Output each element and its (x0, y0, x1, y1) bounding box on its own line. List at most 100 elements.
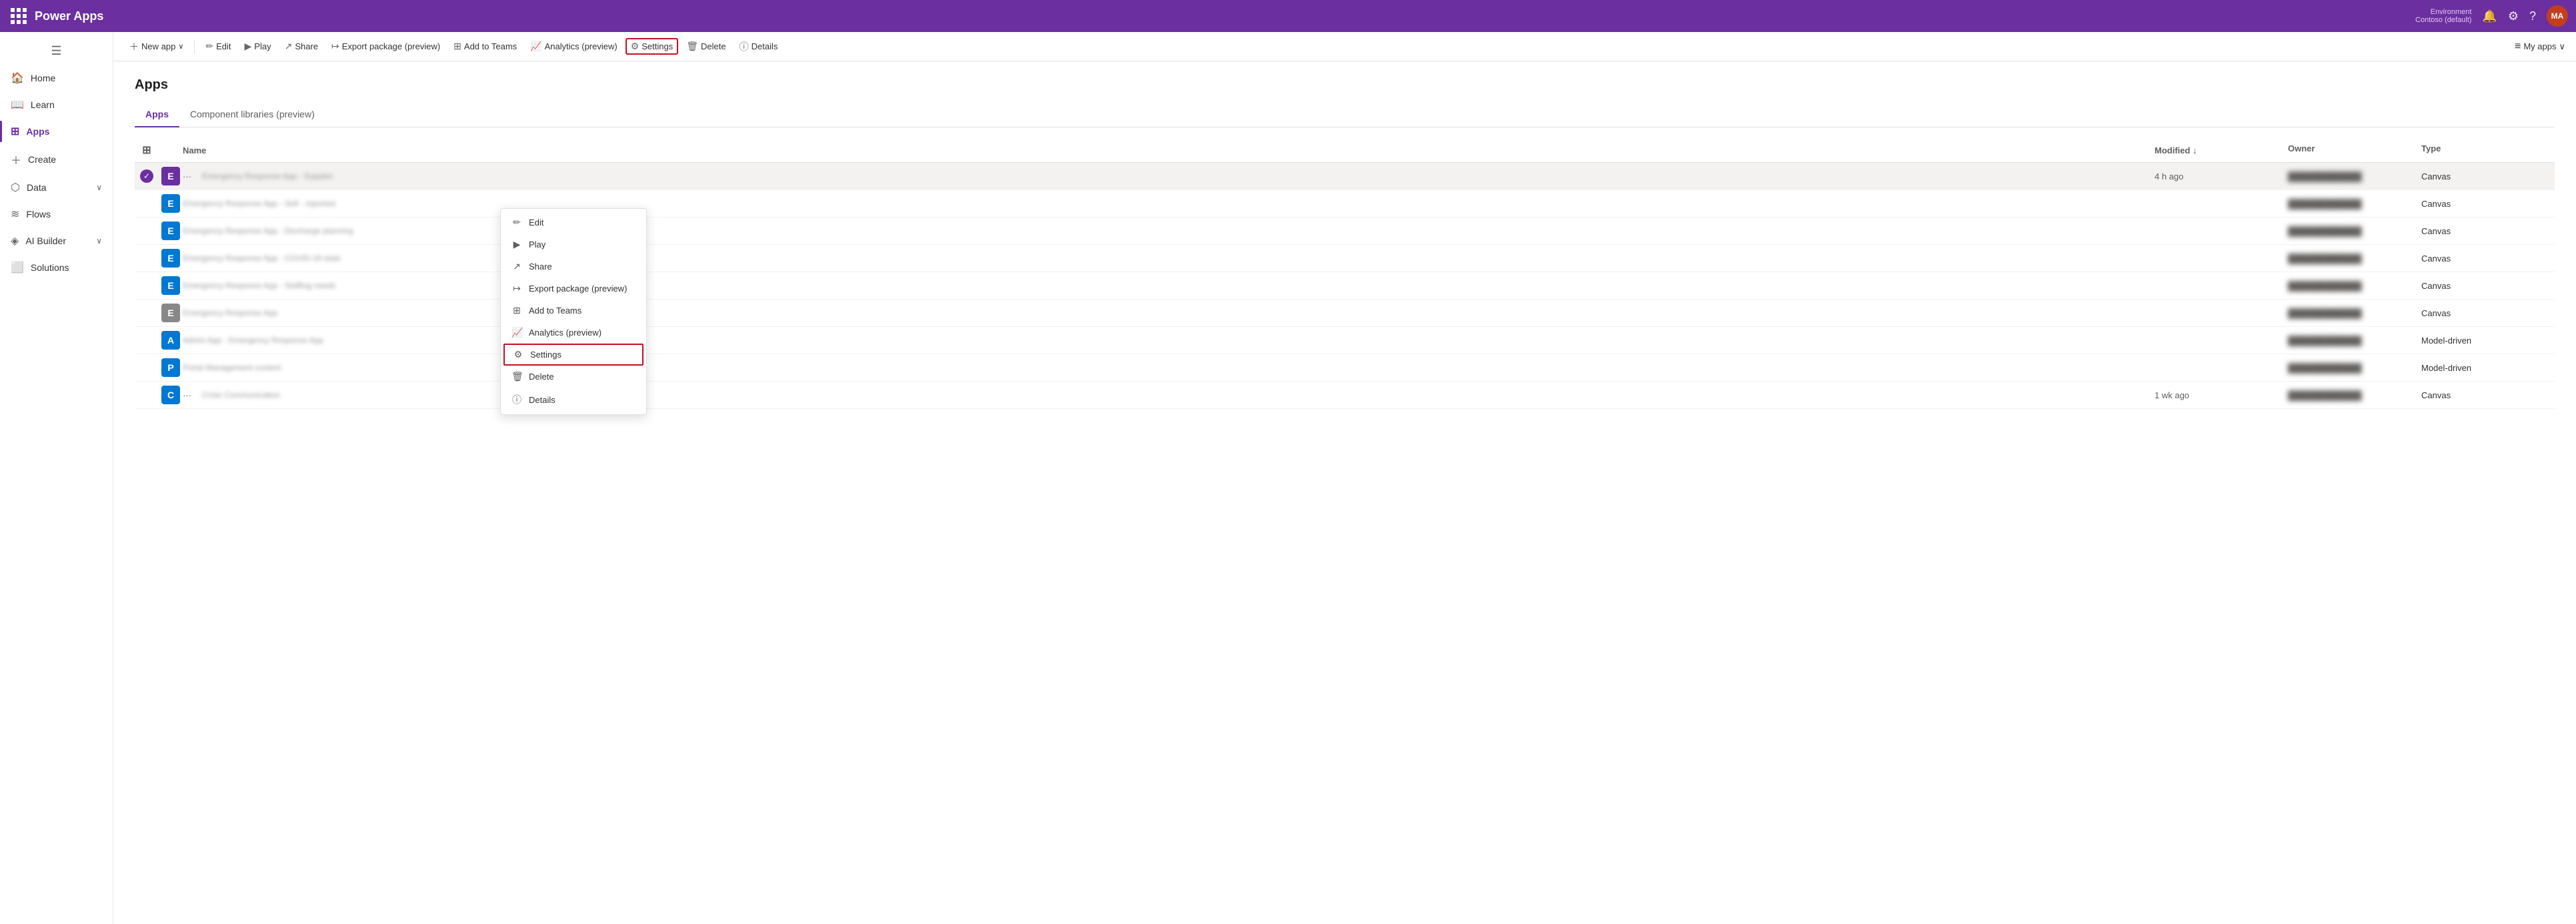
row-type-4: Canvas (2421, 254, 2555, 264)
sidebar-label-ai-builder: AI Builder (25, 236, 66, 246)
export-package-button[interactable]: ↦ Export package (preview) (326, 38, 445, 55)
analytics-button[interactable]: 📈 Analytics (preview) (525, 38, 623, 55)
row-type-6: Canvas (2421, 308, 2555, 318)
help-icon[interactable]: ? (2529, 9, 2536, 23)
ai-builder-chevron-icon: ∨ (96, 236, 102, 246)
app-icon-6: E (161, 304, 180, 322)
table-row[interactable]: P Portal Management content ████████████… (135, 354, 2555, 382)
row-icon-2: E (159, 194, 183, 213)
sidebar-item-flows[interactable]: ≋ Flows (0, 201, 113, 227)
header-icon-col (159, 143, 183, 157)
app-name-7: Admin App - Emergency Response App (183, 336, 323, 345)
row-name-9: ··· Crisis Communication (183, 390, 2155, 400)
table-row[interactable]: E Emergency Response App - Self - report… (135, 190, 2555, 217)
analytics-icon: 📈 (530, 41, 541, 52)
more-dots-1[interactable]: ··· (183, 171, 191, 181)
flows-icon: ≋ (11, 207, 19, 221)
app-name-5: Emergency Response App - Staffing needs (183, 281, 335, 290)
table-row[interactable]: C ··· Crisis Communication 1 wk ago ████… (135, 382, 2555, 409)
share-button[interactable]: ↗ Share (279, 38, 323, 55)
row-icon-3: E (159, 221, 183, 240)
row-owner-6: ████████████ (2288, 308, 2421, 318)
details-menu-icon: ⓘ (511, 393, 522, 406)
ai-builder-icon: ◈ (11, 234, 19, 248)
sidebar-item-create[interactable]: ＋ Create (0, 145, 113, 174)
table-row[interactable]: E Emergency Response App - COVID-19 stat… (135, 245, 2555, 272)
more-dots-9[interactable]: ··· (183, 390, 191, 400)
app-name-8: Portal Management content (183, 363, 281, 372)
context-menu-delete[interactable]: 🗑 Delete (501, 366, 646, 388)
tab-apps[interactable]: Apps (135, 103, 179, 127)
sidebar-item-learn[interactable]: 📖 Learn (0, 91, 113, 118)
play-menu-label: Play (529, 240, 545, 250)
delete-button[interactable]: 🗑 Delete (681, 38, 731, 55)
context-menu-add-to-teams[interactable]: ⊞ Add to Teams (501, 300, 646, 322)
header-modified[interactable]: Modified ↓ (2155, 143, 2288, 157)
table-row[interactable]: E Emergency Response App - Staffing need… (135, 272, 2555, 300)
table-row[interactable]: E Emergency Response App ████████████ Ca… (135, 300, 2555, 327)
environment-selector[interactable]: Environment Contoso (default) (2415, 8, 2471, 24)
export-icon: ↦ (331, 41, 339, 52)
gear-icon: ⚙ (631, 41, 639, 52)
details-button[interactable]: ⓘ Details (734, 37, 784, 56)
context-menu-play[interactable]: ▶ Play (501, 234, 646, 256)
play-menu-icon: ▶ (511, 239, 522, 250)
separator-1 (194, 40, 195, 53)
sidebar-item-solutions[interactable]: ⬜ Solutions (0, 254, 113, 281)
waffle-menu[interactable] (8, 5, 29, 27)
context-menu: ✏ Edit ▶ Play ↗ Share ↦ Export package (… (500, 208, 647, 415)
table-row[interactable]: E Emergency Response App - Discharge pla… (135, 217, 2555, 245)
table-row[interactable]: A Admin App - Emergency Response App ███… (135, 327, 2555, 354)
row-owner-9: ████████████ (2288, 390, 2421, 400)
share-menu-icon: ↗ (511, 261, 522, 272)
row-modified-9: 1 wk ago (2155, 390, 2288, 400)
settings-button[interactable]: ⚙ Settings (625, 38, 679, 55)
sidebar-toggle[interactable]: ☰ (0, 37, 113, 65)
play-button[interactable]: ▶ Play (239, 38, 277, 55)
avatar[interactable]: MA (2547, 5, 2568, 27)
context-menu-details[interactable]: ⓘ Details (501, 388, 646, 412)
row-icon-8: P (159, 358, 183, 377)
context-menu-analytics[interactable]: 📈 Analytics (preview) (501, 322, 646, 344)
app-icon-4: E (161, 249, 180, 268)
table-row[interactable]: ✓ E ··· Emergency Response App - Supplie… (135, 163, 2555, 190)
row-owner-1: ████████████ (2288, 171, 2421, 181)
share-menu-label: Share (529, 262, 552, 272)
app-name-9: Crisis Communication (202, 390, 280, 400)
settings-icon[interactable]: ⚙ (2508, 9, 2519, 23)
row-owner-8: ████████████ (2288, 363, 2421, 373)
my-apps-chevron-icon: ∨ (2559, 41, 2565, 52)
toolbar: ＋ New app ∨ ✏ Edit ▶ Play ↗ Share ↦ Expo… (113, 32, 2576, 61)
my-apps-button[interactable]: ≡ My apps ∨ (2515, 41, 2565, 53)
export-menu-label: Export package (preview) (529, 284, 627, 294)
row-modified-1: 4 h ago (2155, 171, 2288, 181)
edit-menu-icon: ✏ (511, 217, 522, 228)
header-name[interactable]: Name (183, 143, 2155, 157)
add-to-teams-button[interactable]: ⊞ Add to Teams (448, 38, 522, 55)
sidebar-item-apps[interactable]: ⊞ Apps (0, 118, 113, 145)
row-icon-7: A (159, 331, 183, 350)
app-name-4: Emergency Response App - COVID-19 stats (183, 254, 341, 263)
sidebar-item-data[interactable]: ⬡ Data ∨ (0, 174, 113, 201)
app-icon-5: E (161, 276, 180, 295)
row-check-1[interactable]: ✓ (135, 169, 159, 183)
row-icon-6: E (159, 304, 183, 322)
app-icon-9: C (161, 386, 180, 404)
sidebar-item-ai-builder[interactable]: ◈ AI Builder ∨ (0, 227, 113, 254)
sidebar-item-home[interactable]: 🏠 Home (0, 65, 113, 91)
new-app-button[interactable]: ＋ New app ∨ (124, 37, 189, 56)
edit-button[interactable]: ✏ Edit (200, 38, 236, 55)
row-name-7: Admin App - Emergency Response App (183, 336, 2155, 345)
context-menu-share[interactable]: ↗ Share (501, 256, 646, 278)
app-icon-2: E (161, 194, 180, 213)
app-name-6: Emergency Response App (183, 308, 277, 318)
row-name-8: Portal Management content (183, 363, 2155, 372)
app-title: Power Apps (35, 9, 2415, 23)
context-menu-edit[interactable]: ✏ Edit (501, 211, 646, 234)
tab-component-libraries[interactable]: Component libraries (preview) (179, 103, 325, 127)
sidebar-label-home: Home (31, 73, 55, 83)
settings-menu-label: Settings (530, 350, 561, 360)
context-menu-settings[interactable]: ⚙ Settings (503, 344, 643, 366)
context-menu-export[interactable]: ↦ Export package (preview) (501, 278, 646, 300)
notifications-icon[interactable]: 🔔 (2482, 9, 2497, 23)
